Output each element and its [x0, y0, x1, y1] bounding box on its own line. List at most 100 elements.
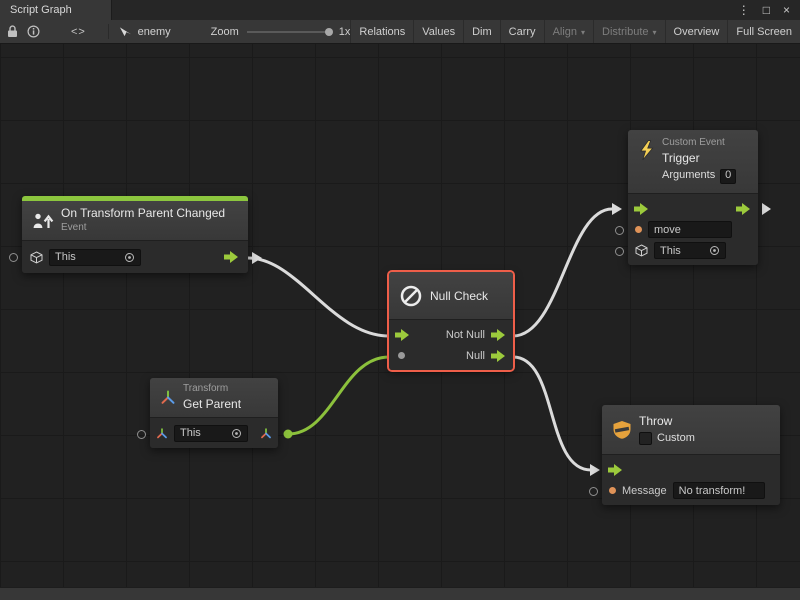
wire-getparent-to-nullcheck[interactable]	[288, 357, 389, 434]
carry-button[interactable]: Carry	[500, 20, 544, 43]
unconnected-flow-marker[interactable]	[762, 203, 771, 215]
this-port-row: This	[150, 422, 278, 444]
event-name-field[interactable]: move	[648, 221, 732, 238]
graph-reference[interactable]: enemy	[119, 26, 171, 38]
flow-input-port[interactable]	[608, 464, 624, 476]
value-input-port[interactable]	[589, 487, 598, 496]
flow-input-port[interactable]	[634, 203, 650, 215]
value-input-port[interactable]	[9, 253, 18, 262]
this-value: This	[180, 427, 201, 439]
target-picker-icon[interactable]	[709, 245, 720, 256]
value-input-port[interactable]	[615, 247, 624, 256]
gameobject-cube-icon	[635, 244, 648, 257]
wire-null-to-throw[interactable]	[513, 357, 591, 470]
dim-button[interactable]: Dim	[463, 20, 500, 43]
value-input-port[interactable]	[635, 226, 642, 233]
value-input-port[interactable]	[398, 352, 405, 359]
zoom-slider[interactable]	[247, 31, 331, 33]
this-value: This	[55, 251, 76, 263]
parent-output-port[interactable]	[260, 428, 272, 439]
wire-direction-marker	[252, 252, 262, 264]
node-on-transform-parent-changed[interactable]: On Transform Parent Changed Event This	[22, 196, 248, 273]
tab-script-graph[interactable]: Script Graph	[0, 0, 112, 20]
value-input-port[interactable]	[615, 226, 624, 235]
overview-button[interactable]: Overview	[665, 20, 728, 43]
node-header[interactable]: Null Check	[389, 272, 513, 320]
flow-port-row	[602, 459, 780, 480]
graph-canvas[interactable]: On Transform Parent Changed Event This	[0, 44, 800, 587]
flow-output-port[interactable]	[736, 203, 752, 215]
target-picker-icon[interactable]	[231, 428, 242, 439]
info-button[interactable]	[26, 22, 42, 42]
node-title: Trigger	[662, 151, 736, 166]
window-tab-bar: Script Graph ⋮ □ ×	[0, 0, 800, 20]
menu-icon[interactable]: ⋮	[738, 0, 750, 20]
this-port-row: This	[22, 246, 248, 268]
node-header[interactable]: Throw Custom	[602, 405, 780, 455]
align-button[interactable]: Align▾	[544, 20, 593, 43]
bottom-bar	[0, 587, 800, 600]
message-field[interactable]: No transform!	[673, 482, 765, 499]
window-controls: ⋮ □ ×	[738, 0, 800, 20]
zoom-label: Zoom	[211, 26, 239, 38]
node-null-check[interactable]: Null Check Not Null Null	[389, 272, 513, 370]
wire-direction-marker	[612, 203, 622, 215]
node-header[interactable]: Custom Event Trigger Arguments 0	[628, 130, 758, 194]
node-title: Null Check	[430, 289, 488, 303]
gameobject-cube-icon	[30, 251, 43, 264]
node-throw[interactable]: Throw Custom Message No transform!	[602, 405, 780, 505]
code-view-button[interactable]: <>	[65, 26, 92, 38]
toolbar-separator	[108, 24, 109, 39]
node-title: Get Parent	[183, 397, 241, 412]
node-trigger-custom-event[interactable]: Custom Event Trigger Arguments 0	[628, 130, 758, 265]
custom-checkbox[interactable]	[639, 432, 652, 445]
values-button[interactable]: Values	[413, 20, 463, 43]
value-wire-endpoint	[284, 430, 293, 439]
maximize-icon[interactable]: □	[763, 0, 770, 20]
graph-toolbar: <> enemy Zoom 1x Relations Values Dim Ca…	[0, 20, 800, 44]
this-target-dropdown[interactable]: This	[174, 425, 248, 442]
relations-button[interactable]: Relations	[350, 20, 413, 43]
arguments-label: Arguments	[662, 169, 715, 183]
transform-axis-icon	[160, 390, 176, 405]
transform-parent-changed-icon	[32, 212, 54, 230]
null-port-row: Null	[389, 345, 513, 366]
event-name-row: move	[628, 219, 758, 240]
wire-event-to-nullcheck[interactable]	[248, 258, 389, 336]
this-port-row: This	[628, 240, 758, 261]
node-category: Custom Event	[662, 137, 736, 150]
custom-event-bolt-icon	[638, 140, 655, 161]
zoom-slider-handle[interactable]	[325, 28, 333, 36]
node-title: On Transform Parent Changed	[61, 206, 225, 221]
distribute-button[interactable]: Distribute▾	[593, 20, 664, 43]
node-header[interactable]: Transform Get Parent	[150, 378, 278, 418]
null-check-icon	[399, 284, 423, 308]
value-input-port[interactable]	[137, 430, 146, 439]
lock-button[interactable]	[5, 22, 21, 42]
close-icon[interactable]: ×	[783, 0, 790, 20]
node-get-parent[interactable]: Transform Get Parent This	[150, 378, 278, 448]
null-output-port[interactable]	[491, 350, 507, 362]
this-target-dropdown[interactable]: This	[654, 242, 726, 259]
message-port-row: Message No transform!	[602, 480, 780, 501]
node-header[interactable]: On Transform Parent Changed Event	[22, 201, 248, 241]
chevron-down-icon: ▾	[581, 29, 585, 37]
chevron-down-icon: ▾	[653, 29, 657, 37]
script-graph-icon	[119, 26, 132, 38]
zoom-value: 1x	[339, 26, 351, 38]
this-target-dropdown[interactable]: This	[49, 249, 141, 266]
flow-input-port[interactable]	[395, 329, 411, 341]
toolbar-buttons: Relations Values Dim Carry Align▾ Distri…	[350, 20, 800, 43]
custom-checkbox-label: Custom	[657, 432, 695, 446]
fullscreen-button[interactable]: Full Screen	[727, 20, 800, 43]
code-icon: <>	[71, 26, 86, 38]
not-null-port-row: Not Null	[389, 324, 513, 345]
value-input-port[interactable]	[609, 487, 616, 494]
target-picker-icon[interactable]	[124, 252, 135, 263]
flow-output-port[interactable]	[224, 251, 240, 263]
null-label: Null	[466, 350, 485, 362]
message-label: Message	[622, 485, 667, 497]
wire-notnull-to-trigger[interactable]	[513, 209, 612, 336]
not-null-output-port[interactable]	[491, 329, 507, 341]
arguments-field[interactable]: 0	[720, 169, 736, 184]
